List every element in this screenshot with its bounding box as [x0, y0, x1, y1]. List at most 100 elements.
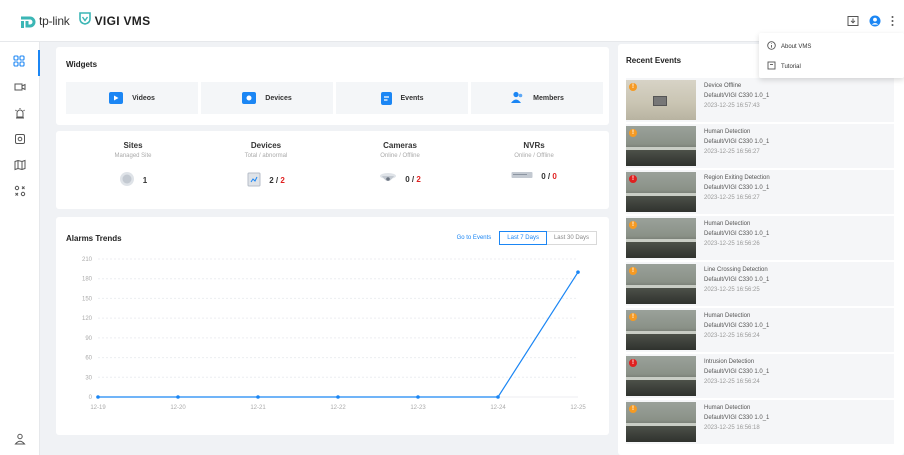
stat-sites-title: Sites	[123, 141, 143, 150]
event-type: Intrusion Detection	[704, 359, 755, 365]
stat-nvrs-online: 0	[541, 171, 546, 181]
sidebar-item-video[interactable]	[0, 76, 40, 102]
event-alert-icon: !	[629, 267, 637, 275]
chart-x-tick-label: 12-23	[410, 405, 426, 411]
user-icon	[14, 432, 26, 450]
more-menu-icon[interactable]	[891, 14, 894, 32]
dashboard-icon	[13, 54, 25, 72]
event-thumbnail[interactable]: !	[626, 218, 696, 258]
clipboard-icon	[247, 171, 261, 189]
chart-x-tick-label: 12-21	[250, 405, 266, 411]
event-type: Human Detection	[704, 129, 751, 135]
user-avatar-icon[interactable]	[869, 14, 881, 32]
event-alert-icon: !	[629, 221, 637, 229]
widget-members-label: Members	[533, 94, 564, 102]
widget-videos[interactable]: Videos	[66, 82, 198, 114]
sidebar	[0, 42, 40, 455]
members-icon	[510, 91, 524, 105]
sidebar-item-alarms[interactable]	[0, 102, 40, 128]
event-time: 2023-12-25 16:56:26	[704, 241, 760, 247]
widgets-title: Widgets	[66, 60, 98, 69]
widget-members[interactable]: Members	[471, 82, 603, 114]
chart-y-tick-label: 120	[82, 316, 93, 322]
event-row[interactable]: ! Device Offline Default/VIGI C330 1.0_1 20…	[626, 78, 894, 122]
event-time: 2023-12-25 16:56:27	[704, 195, 760, 201]
tutorial-icon	[767, 61, 776, 72]
event-type: Human Detection	[704, 405, 751, 411]
vigi-shield-icon	[78, 12, 91, 30]
widgets-card: Widgets Videos Devices Events Members	[56, 47, 609, 125]
chart-y-tick-label: 90	[85, 336, 92, 342]
event-row[interactable]: ! Intrusion Detection Default/VIGI C330 1.…	[626, 354, 894, 398]
chart-y-tick-label: 150	[82, 296, 93, 302]
event-row[interactable]: ! Human Detection Default/VIGI C330 1.0_1 2…	[626, 308, 894, 352]
event-thumbnail[interactable]: !	[626, 80, 696, 120]
event-device: Default/VIGI C330 1.0_1	[704, 93, 770, 99]
dome-camera-icon	[379, 171, 397, 187]
event-device: Default/VIGI C330 1.0_1	[704, 323, 770, 329]
event-thumbnail[interactable]: !	[626, 126, 696, 166]
tp-link-logo-icon	[18, 12, 36, 30]
event-row[interactable]: ! Human Detection Default/VIGI C330 1.0_1 2…	[626, 216, 894, 260]
event-time: 2023-12-25 16:57:43	[704, 103, 760, 109]
chart-data-point	[496, 395, 500, 399]
sidebar-item-dashboard[interactable]	[0, 50, 40, 76]
stat-cameras-sub: Online / Offline	[380, 153, 420, 159]
stat-sites-sub: Managed Site	[114, 153, 152, 159]
event-thumbnail[interactable]: !	[626, 172, 696, 212]
event-thumbnail[interactable]: !	[626, 356, 696, 396]
last-30-days-button[interactable]: Last 30 Days	[546, 231, 597, 245]
chart-data-point	[416, 395, 420, 399]
event-type: Region Exiting Detection	[704, 175, 770, 181]
stat-devices-sub: Total / abnormal	[244, 153, 288, 159]
event-device: Default/VIGI C330 1.0_1	[704, 231, 770, 237]
go-to-events-link[interactable]: Go to Events	[457, 235, 492, 241]
sidebar-item-map[interactable]	[0, 154, 40, 180]
widget-devices-label: Devices	[265, 94, 292, 102]
stat-cameras[interactable]: Cameras Online / Offline 0 / 2	[330, 141, 470, 187]
chart-data-point	[256, 395, 260, 399]
alarm-trends-card: Alarms Trends Go to Events Last 7 Days L…	[56, 217, 609, 435]
event-row[interactable]: ! Human Detection Default/VIGI C330 1.0_1 2…	[626, 124, 894, 168]
chart-data-point	[176, 395, 180, 399]
stat-devices-title: Devices	[250, 141, 282, 150]
event-thumbnail[interactable]: !	[626, 264, 696, 304]
sidebar-item-account[interactable]	[0, 428, 40, 454]
widget-events[interactable]: Events	[336, 82, 468, 114]
chart-x-tick-label: 12-24	[490, 405, 506, 411]
event-alert-icon: !	[629, 83, 637, 91]
menu-item-tutorial[interactable]: Tutorial	[767, 61, 801, 72]
menu-item-about[interactable]: About VMS	[767, 41, 811, 52]
widget-events-label: Events	[400, 94, 424, 102]
map-icon	[14, 158, 26, 176]
stat-sites[interactable]: Sites Managed Site 1	[63, 141, 203, 189]
app-logo[interactable]: tp-link VIGI VMS	[18, 12, 150, 30]
alarm-siren-icon	[14, 106, 26, 124]
info-icon	[767, 41, 776, 52]
event-time: 2023-12-25 16:56:24	[704, 333, 760, 339]
sidebar-item-tools[interactable]	[0, 180, 40, 206]
stat-nvrs[interactable]: NVRs Online / Offline 0 / 0	[464, 141, 604, 181]
alarm-trends-title: Alarms Trends	[66, 234, 122, 243]
event-row[interactable]: ! Human Detection Default/VIGI C330 1.0_1 2…	[626, 400, 894, 444]
event-alert-icon: !	[629, 405, 637, 413]
download-icon[interactable]	[847, 14, 859, 32]
sidebar-item-devices[interactable]	[0, 128, 40, 154]
stat-devices-abnormal: 2	[280, 175, 285, 185]
video-camera-icon	[14, 80, 26, 98]
last-7-days-button[interactable]: Last 7 Days	[499, 231, 547, 245]
widget-devices[interactable]: Devices	[201, 82, 333, 114]
device-icon	[14, 132, 26, 150]
event-time: 2023-12-25 16:56:27	[704, 149, 760, 155]
event-type: Human Detection	[704, 313, 751, 319]
stat-devices[interactable]: Devices Total / abnormal 2 / 2	[196, 141, 336, 189]
event-alert-icon: !	[629, 313, 637, 321]
event-row[interactable]: ! Region Exiting Detection Default/VIGI C3…	[626, 170, 894, 214]
chart-y-tick-label: 30	[85, 375, 92, 381]
event-row[interactable]: ! Line Crossing Detection Default/VIGI C33…	[626, 262, 894, 306]
event-device: Default/VIGI C330 1.0_1	[704, 415, 770, 421]
event-thumbnail[interactable]: !	[626, 402, 696, 442]
chart-x-tick-label: 12-25	[570, 405, 586, 411]
event-thumbnail[interactable]: !	[626, 310, 696, 350]
event-type: Line Crossing Detection	[704, 267, 768, 273]
